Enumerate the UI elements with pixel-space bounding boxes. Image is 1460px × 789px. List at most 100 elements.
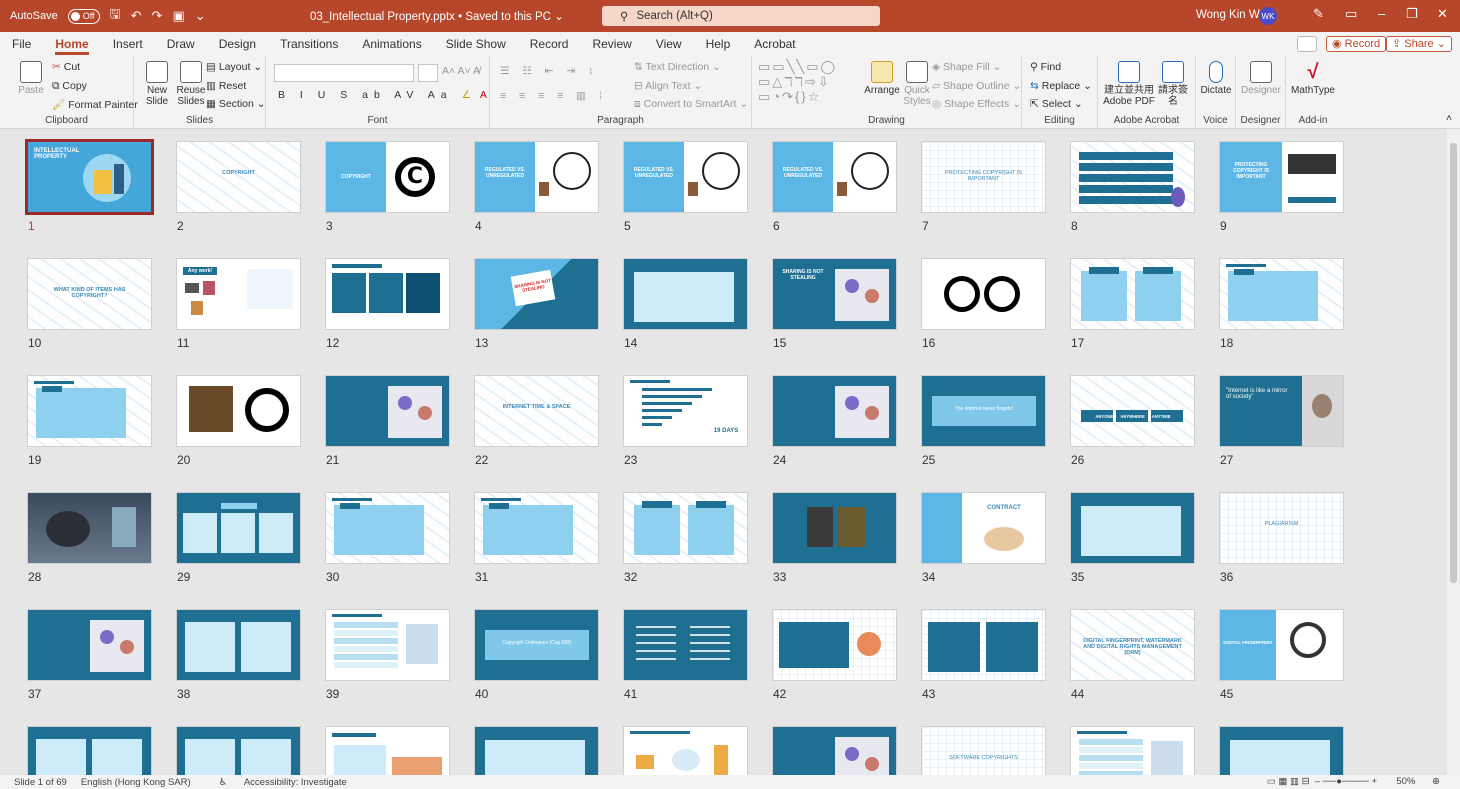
tab-design[interactable]: Design — [207, 32, 268, 56]
shape-fill-button[interactable]: ◈ Shape Fill ⌄ — [932, 61, 1001, 73]
arrange-button[interactable]: Arrange — [862, 61, 902, 96]
vertical-scrollbar[interactable] — [1447, 129, 1460, 775]
slide-thumbnail[interactable] — [177, 727, 300, 775]
tab-insert[interactable]: Insert — [101, 32, 155, 56]
zoom-level[interactable]: 50% — [1396, 776, 1415, 787]
shapes-gallery[interactable]: ▭▭╲╲▭◯ ▭△ℸℸ⇨⇩ ▭◔↷{}☆ — [758, 59, 862, 104]
slide-thumbnail[interactable] — [624, 493, 747, 563]
slide-thumbnail[interactable] — [624, 610, 747, 680]
fit-slide-icon[interactable]: ⊕ — [1432, 776, 1440, 787]
font-size-select[interactable] — [418, 64, 438, 82]
slide-thumbnail[interactable] — [326, 376, 449, 446]
designer-button[interactable]: Designer — [1240, 61, 1282, 96]
copy-button[interactable]: ⧉ Copy — [52, 80, 87, 93]
slide-thumbnail[interactable]: Copyright Ordinance (Cap.528) — [475, 610, 598, 680]
font-family-select[interactable] — [274, 64, 414, 82]
restore-icon[interactable]: ❐ — [1406, 6, 1418, 22]
text-direction-button[interactable]: ⇅ Text Direction ⌄ — [634, 61, 721, 73]
quick-styles-button[interactable]: Quick Styles — [900, 61, 934, 107]
new-slide-button[interactable]: New Slide — [140, 61, 174, 107]
avatar[interactable]: WK — [1259, 7, 1277, 25]
slide-thumbnail[interactable]: ANYONE ANYWHERE ANYTIME — [1071, 376, 1194, 446]
dictate-button[interactable]: Dictate — [1198, 61, 1234, 96]
record-button[interactable]: ◉ Record — [1326, 36, 1387, 52]
slide-thumbnail[interactable] — [1071, 727, 1194, 775]
slide-thumbnail[interactable] — [773, 727, 896, 775]
reset-button[interactable]: ▥ Reset — [206, 80, 246, 92]
request-signature-button[interactable]: 請求簽名 — [1156, 61, 1190, 107]
document-title[interactable]: 03_Intellectual Property.pptx • Saved to… — [310, 9, 564, 23]
slide-thumbnail[interactable]: REGULATED VS. UNREGULATED — [624, 142, 747, 212]
view-icons[interactable]: ▭ ▦ ▥ ⊟ — [1267, 776, 1310, 787]
slide-thumbnail[interactable]: Any work! — [177, 259, 300, 329]
tab-acrobat[interactable]: Acrobat — [742, 32, 807, 56]
slide-thumbnail[interactable]: SHARING IS NOT STEALING — [773, 259, 896, 329]
font-format-buttons[interactable]: B I U S ab AV Aa ∠ A — [278, 89, 487, 101]
slide-thumbnail[interactable] — [475, 493, 598, 563]
slide-thumbnail[interactable] — [177, 376, 300, 446]
cut-button[interactable]: ✂ Cut — [52, 61, 80, 73]
customize-toolbar-icon[interactable]: ⌄ — [195, 8, 206, 24]
slide-thumbnail[interactable]: "Internet is like a mirror of society" — [1220, 376, 1343, 446]
slide-thumbnail[interactable]: C COPYRIGHT — [326, 142, 449, 212]
slide-thumbnail[interactable] — [28, 376, 151, 446]
slide-thumbnail[interactable] — [624, 727, 747, 775]
slide-thumbnail[interactable]: 19 DAYS — [624, 376, 747, 446]
start-slideshow-icon[interactable]: ▣ — [172, 8, 184, 24]
collapse-ribbon-icon[interactable]: ˄ — [1446, 112, 1452, 124]
tab-file[interactable]: File — [0, 32, 43, 56]
accessibility-status[interactable]: ♿ Accessibility: Investigate — [205, 777, 347, 788]
align-buttons[interactable]: ≡ ≡ ≡ ≡ ▥ ⁞ — [500, 90, 607, 102]
slide-thumbnail[interactable]: REGULATED VS. UNREGULATED — [773, 142, 896, 212]
create-share-pdf-button[interactable]: 建立並共用 Adobe PDF — [1102, 61, 1156, 107]
shape-outline-button[interactable]: ▱ Shape Outline ⌄ — [932, 80, 1021, 92]
slide-thumbnail[interactable] — [177, 610, 300, 680]
tab-review[interactable]: Review — [580, 32, 643, 56]
convert-smartart-button[interactable]: ⧈ Convert to SmartArt ⌄ — [634, 98, 748, 111]
tab-draw[interactable]: Draw — [155, 32, 207, 56]
redo-icon[interactable]: ↷ — [152, 8, 163, 24]
section-button[interactable]: ▦ Section ⌄ — [206, 98, 266, 110]
slide-thumbnail[interactable] — [326, 493, 449, 563]
slide-thumbnail[interactable]: SHARING IS NOT STEALING — [475, 259, 598, 329]
list-buttons[interactable]: ☰ ☷ ⇤ ⇥ ↕ — [500, 65, 598, 77]
comments-button[interactable] — [1297, 36, 1317, 52]
slide-thumbnail[interactable] — [922, 259, 1045, 329]
slide-thumbnail[interactable]: PROTECTING COPYRIGHT IS IMPORTANT — [922, 142, 1045, 212]
slide-thumbnail[interactable]: DIGITAL FINGERPRINT — [1220, 610, 1343, 680]
slide-thumbnail[interactable]: PROTECTING COPYRIGHT IS IMPORTANT — [1220, 142, 1343, 212]
slide-thumbnail[interactable] — [773, 610, 896, 680]
save-icon[interactable]: 🖫 — [110, 5, 121, 27]
align-text-button[interactable]: ⊟ Align Text ⌄ — [634, 80, 702, 92]
language[interactable]: English (Hong Kong SAR) — [81, 777, 191, 788]
slide-thumbnail[interactable]: REGULATED VS. UNREGULATED — [475, 142, 598, 212]
slide-thumbnail[interactable] — [475, 727, 598, 775]
slide-thumbnail[interactable] — [28, 493, 151, 563]
reuse-slides-button[interactable]: Reuse Slides — [174, 61, 208, 107]
find-button[interactable]: ⚲ Find — [1030, 61, 1061, 73]
undo-icon[interactable]: ↶ — [131, 8, 142, 24]
slide-thumbnail[interactable]: The internet never forgets! — [922, 376, 1045, 446]
slide-thumbnail[interactable] — [1071, 493, 1194, 563]
slide-thumbnail[interactable] — [326, 727, 449, 775]
ribbon-display-icon[interactable]: ▭ — [1345, 6, 1357, 22]
slide-thumbnail[interactable] — [624, 259, 747, 329]
layout-button[interactable]: ▤ Layout ⌄ — [206, 61, 262, 73]
tab-help[interactable]: Help — [694, 32, 743, 56]
slide-thumbnail[interactable] — [1220, 259, 1343, 329]
autosave-toggle[interactable]: Off — [67, 8, 100, 24]
slide-thumbnail[interactable] — [773, 376, 896, 446]
search-input[interactable]: ⚲ Search (Alt+Q) — [602, 6, 880, 26]
shape-effects-button[interactable]: ◎ Shape Effects ⌄ — [932, 98, 1021, 110]
font-size-buttons[interactable]: A˄ A˅ A̸ — [442, 65, 480, 77]
slide-thumbnail[interactable]: CONTRACT — [922, 493, 1045, 563]
slide-thumbnail[interactable] — [326, 610, 449, 680]
zoom-controls[interactable]: ▭ ▦ ▥ ⊟ – ──●──── + 50% ⊕ — [1253, 776, 1440, 787]
minimize-icon[interactable]: – — [1378, 6, 1385, 21]
tab-home[interactable]: Home — [43, 32, 100, 56]
share-button[interactable]: ⇪ Share ⌄ — [1386, 36, 1452, 52]
slide-thumbnail[interactable] — [1071, 259, 1194, 329]
slide-thumbnail[interactable]: SOFTWARE COPYRIGHTS — [922, 727, 1045, 775]
paste-button[interactable]: Paste — [14, 61, 48, 96]
close-icon[interactable]: ✕ — [1437, 6, 1448, 22]
